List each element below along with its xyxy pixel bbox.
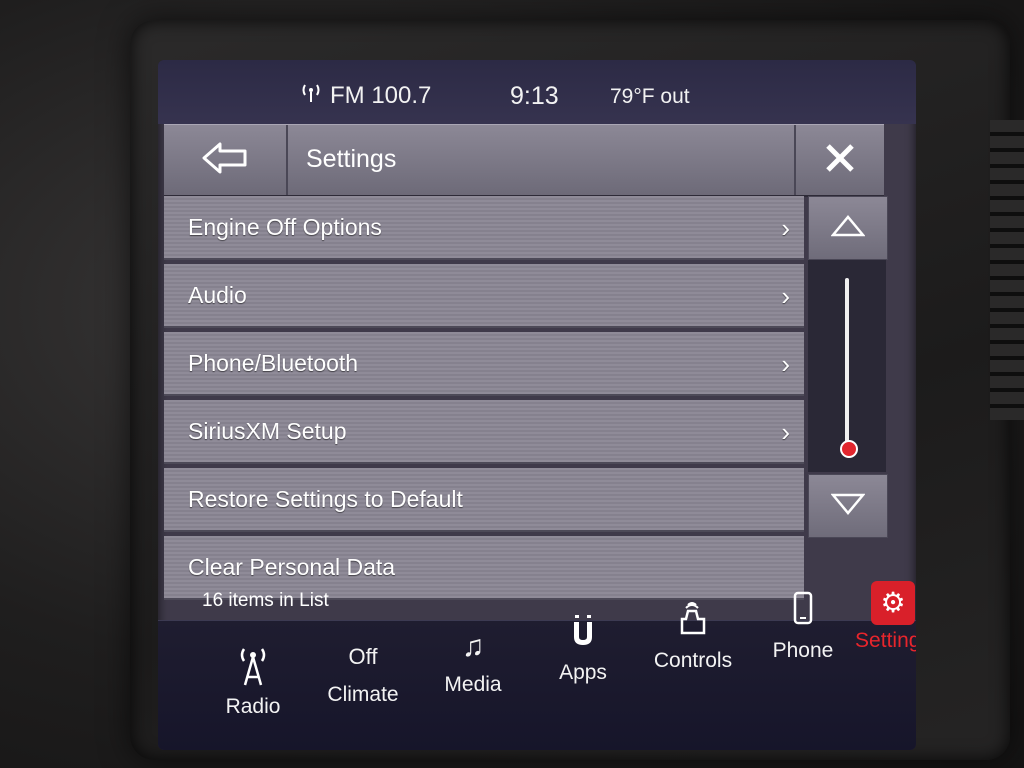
list-item-label: Restore Settings to Default [188, 485, 463, 512]
broadcast-icon [300, 82, 322, 110]
scroll-up-button[interactable] [808, 196, 888, 260]
list-item-engine-off-options[interactable]: Engine Off Options › [164, 196, 804, 260]
list-count: 16 items in List [202, 590, 329, 611]
chevron-right-icon: › [781, 349, 790, 379]
nav-settings[interactable]: ⚙ Settings [838, 581, 916, 653]
settings-tile: ⚙ [838, 581, 916, 625]
settings-list: Engine Off Options › Audio › Phone/Bluet… [164, 196, 804, 604]
nav-radio[interactable]: Radio [198, 647, 308, 719]
close-button[interactable] [794, 125, 884, 195]
list-item-label: Engine Off Options [188, 213, 382, 240]
radio-tower-icon [198, 647, 308, 691]
settings-header: Settings [164, 124, 884, 197]
list-item-restore-defaults[interactable]: Restore Settings to Default [164, 468, 804, 532]
nav-label: Climate [327, 683, 399, 706]
nav-label: Controls [653, 649, 733, 672]
list-item-siriusxm-setup[interactable]: SiriusXM Setup › [164, 400, 804, 464]
back-button[interactable] [164, 125, 288, 195]
radio-station-label: FM 100.7 [330, 82, 432, 109]
scroll-down-button[interactable] [808, 474, 888, 538]
close-icon [824, 142, 856, 179]
apps-icon [528, 613, 638, 657]
nav-label: Apps [559, 661, 607, 684]
nav-label: Settings [855, 629, 916, 652]
list-item-audio[interactable]: Audio › [164, 264, 804, 328]
chevron-right-icon: › [781, 417, 790, 447]
nav-media[interactable]: ♫ Media [418, 625, 528, 697]
nav-label: Radio [225, 695, 281, 718]
controls-icon [638, 601, 748, 645]
outside-temperature: 79°F out [610, 85, 690, 108]
air-vent [990, 120, 1024, 420]
infotainment-screen: FM 100.7 9:13 79°F out Settings Engine O… [158, 60, 916, 750]
triangle-down-icon [830, 493, 866, 520]
page-title: Settings [306, 145, 397, 173]
list-item-label: Phone/Bluetooth [188, 349, 359, 376]
scroll-thumb[interactable] [840, 440, 858, 458]
clock: 9:13 [510, 82, 559, 110]
gear-icon: ⚙ [871, 581, 915, 625]
list-item-label: SiriusXM Setup [188, 417, 347, 444]
list-item-label: Audio [188, 281, 247, 308]
radio-indicator: FM 100.7 [300, 82, 431, 110]
climate-status: Off [348, 644, 378, 669]
scrollbar[interactable] [808, 260, 886, 472]
nav-label: Phone [772, 639, 834, 662]
music-note-icon: ♫ [461, 630, 485, 663]
chevron-right-icon: › [781, 281, 790, 311]
status-bar: FM 100.7 9:13 79°F out [158, 60, 916, 124]
nav-apps[interactable]: Apps [528, 613, 638, 685]
list-item-phone-bluetooth[interactable]: Phone/Bluetooth › [164, 332, 804, 396]
triangle-up-icon [830, 214, 866, 242]
bottom-nav: Radio Off Climate ♫ Media Apps Controls … [158, 581, 916, 750]
nav-controls[interactable]: Controls [638, 601, 748, 673]
scroll-track-line [845, 278, 849, 448]
chevron-right-icon: › [781, 213, 790, 243]
back-arrow-icon [202, 141, 248, 180]
nav-label: Media [444, 673, 502, 696]
list-item-label: Clear Personal Data [188, 553, 396, 580]
nav-climate[interactable]: Off Climate [308, 635, 418, 707]
